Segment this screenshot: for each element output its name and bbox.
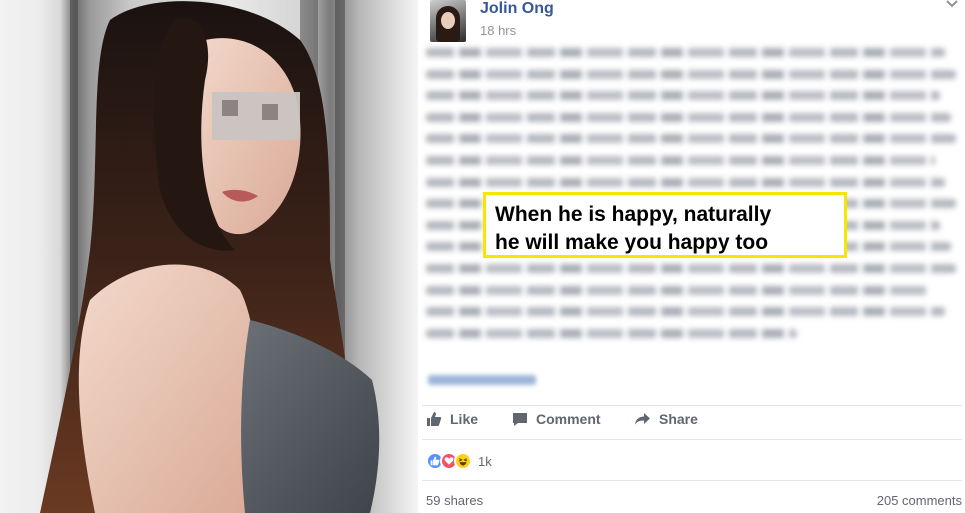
post-timestamp[interactable]: 18 hrs [480, 23, 516, 38]
facebook-post: Jolin Ong 18 hrs When he is happy, natur… [422, 0, 965, 513]
callout-line-2: he will make you happy too [495, 231, 769, 254]
thumbs-up-icon [427, 412, 442, 426]
avatar-face [441, 12, 455, 29]
like-label: Like [450, 411, 479, 427]
divider-top [422, 405, 962, 406]
post-photo[interactable] [0, 0, 418, 513]
comment-label: Comment [536, 411, 601, 427]
comments-count-link[interactable]: 205 comments [877, 493, 962, 508]
shares-count-link[interactable]: 59 shares [426, 493, 483, 508]
share-arrow-icon [635, 413, 650, 425]
haha-reaction-icon [454, 452, 472, 470]
chevron-down-icon[interactable] [946, 0, 958, 8]
divider-middle [422, 439, 962, 440]
share-button[interactable]: Share [634, 411, 698, 427]
post-actions: Like Comment Share [422, 411, 962, 433]
reactions-summary[interactable]: 1k [426, 451, 492, 471]
see-translation-link-blurred[interactable] [428, 375, 536, 385]
highlight-callout: When he is happy, naturally he will make… [483, 192, 847, 258]
share-label: Share [659, 411, 698, 427]
comment-button[interactable]: Comment [512, 411, 601, 427]
photo-illustration [40, 0, 380, 513]
author-avatar[interactable] [430, 0, 466, 42]
like-button[interactable]: Like [426, 411, 478, 427]
comment-icon [513, 412, 527, 426]
divider-bottom [422, 480, 962, 481]
author-name[interactable]: Jolin Ong [480, 0, 554, 18]
callout-line-1: When he is happy, naturally [495, 203, 772, 226]
reaction-count: 1k [478, 453, 492, 469]
